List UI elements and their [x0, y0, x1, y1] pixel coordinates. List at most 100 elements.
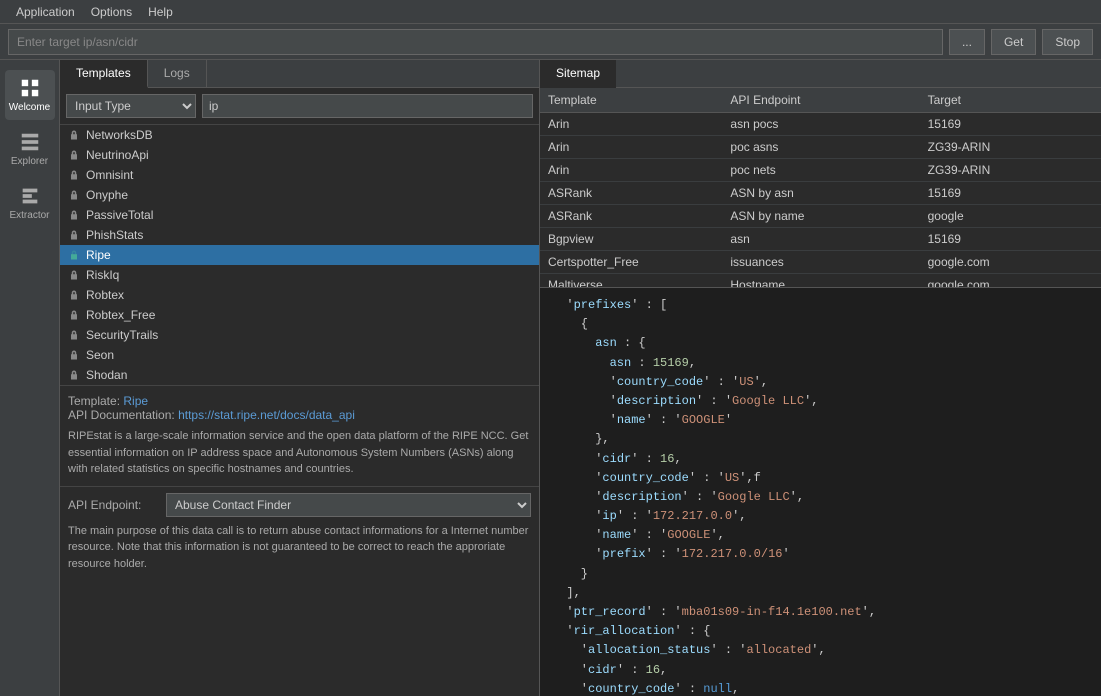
get-button[interactable]: Get	[991, 29, 1036, 55]
table-row[interactable]: MaltiverseHostnamegoogle.com	[540, 274, 1101, 289]
api-endpoint-select[interactable]: Abuse Contact Finder IP Overview Prefix …	[166, 493, 531, 517]
api-endpoint-label: API Endpoint:	[68, 498, 158, 512]
template-name: Robtex	[86, 288, 124, 302]
table-cell-template: Arin	[540, 159, 722, 182]
template-name: Shodan	[86, 368, 127, 382]
list-item[interactable]: Onyphe	[60, 185, 539, 205]
table-cell-template: Maltiverse	[540, 274, 722, 289]
tab-sitemap[interactable]: Sitemap	[540, 60, 616, 88]
table-cell-target: google.com	[920, 274, 1101, 289]
tab-logs[interactable]: Logs	[148, 60, 207, 87]
left-panel: Templates Logs Input Type ip asn domain …	[60, 60, 540, 696]
table-row[interactable]: Arinpoc netsZG39-ARIN	[540, 159, 1101, 182]
sidebar-item-welcome[interactable]: Welcome	[5, 70, 55, 120]
template-name: SecurityTrails	[86, 328, 158, 342]
results-table-wrapper: Template API Endpoint Target Arinasn poc…	[540, 88, 1101, 288]
lock-icon	[68, 329, 80, 341]
list-item[interactable]: PassiveTotal	[60, 205, 539, 225]
sitemap-tabs: Sitemap	[540, 60, 1101, 88]
sidebar-extractor-label: Extractor	[9, 210, 49, 221]
table-cell-template: Arin	[540, 136, 722, 159]
template-name: NetworksDB	[86, 128, 153, 142]
dots-button[interactable]: ...	[949, 29, 985, 55]
stop-button[interactable]: Stop	[1042, 29, 1093, 55]
json-viewer: 'prefixes' : [ { asn : { asn : 15169, 'c…	[540, 288, 1101, 696]
list-item[interactable]: Shodan	[60, 365, 539, 385]
list-item[interactable]: RiskIq	[60, 265, 539, 285]
extractor-icon	[19, 185, 41, 207]
lock-open-icon	[68, 249, 80, 261]
table-cell-target: google.com	[920, 251, 1101, 274]
table-cell-endpoint: Hostname	[722, 274, 919, 289]
template-name: NeutrinoApi	[86, 148, 149, 162]
sidebar-item-extractor[interactable]: Extractor	[5, 178, 55, 228]
info-section: Template: Ripe API Documentation: https:…	[60, 385, 539, 486]
list-item[interactable]: NetworksDB	[60, 125, 539, 145]
tab-templates[interactable]: Templates	[60, 60, 148, 88]
template-name: Ripe	[86, 248, 111, 262]
col-template: Template	[540, 88, 722, 113]
api-endpoint-section: API Endpoint: Abuse Contact Finder IP Ov…	[60, 486, 539, 579]
lock-icon	[68, 269, 80, 281]
lock-icon	[68, 369, 80, 381]
list-item[interactable]: SecurityTrails	[60, 325, 539, 345]
template-name: PhishStats	[86, 228, 143, 242]
table-row[interactable]: Bgpviewasn15169	[540, 228, 1101, 251]
api-doc-link[interactable]: https://stat.ripe.net/docs/data_api	[178, 408, 355, 422]
input-type-select[interactable]: Input Type ip asn domain	[66, 94, 196, 118]
list-item[interactable]: PhishStats	[60, 225, 539, 245]
menu-bar: Application Options Help	[0, 0, 1101, 24]
lock-icon	[68, 229, 80, 241]
list-item-ripe[interactable]: Ripe	[60, 245, 539, 265]
table-cell-target: 15169	[920, 113, 1101, 136]
lock-icon	[68, 349, 80, 361]
toolbar: ... Get Stop	[0, 24, 1101, 60]
filter-input[interactable]	[202, 94, 533, 118]
col-target: Target	[920, 88, 1101, 113]
template-link[interactable]: Ripe	[123, 394, 148, 408]
info-description: RIPEstat is a large-scale information se…	[68, 428, 531, 478]
explorer-icon	[19, 131, 41, 153]
list-item[interactable]: NeutrinoApi	[60, 145, 539, 165]
sidebar-item-explorer[interactable]: Explorer	[5, 124, 55, 174]
table-cell-endpoint: asn	[722, 228, 919, 251]
template-name: RiskIq	[86, 268, 119, 282]
lock-icon	[68, 289, 80, 301]
sidebar-welcome-label: Welcome	[9, 102, 51, 113]
main-layout: Welcome Explorer Extractor Templates Log…	[0, 60, 1101, 696]
table-cell-endpoint: ASN by name	[722, 205, 919, 228]
table-row[interactable]: Arinasn pocs15169	[540, 113, 1101, 136]
template-name: PassiveTotal	[86, 208, 153, 222]
menu-options[interactable]: Options	[83, 3, 140, 21]
list-item[interactable]: Seon	[60, 345, 539, 365]
lock-icon	[68, 309, 80, 321]
table-row[interactable]: ASRankASN by asn15169	[540, 182, 1101, 205]
lock-icon	[68, 149, 80, 161]
api-doc-label: API Documentation:	[68, 408, 175, 422]
right-panel: Sitemap Template API Endpoint Target Ari…	[540, 60, 1101, 696]
table-row[interactable]: Arinpoc asnsZG39-ARIN	[540, 136, 1101, 159]
sidebar-explorer-label: Explorer	[11, 156, 48, 167]
list-item[interactable]: Omnisint	[60, 165, 539, 185]
table-cell-target: ZG39-ARIN	[920, 159, 1101, 182]
table-row[interactable]: ASRankASN by namegoogle	[540, 205, 1101, 228]
menu-application[interactable]: Application	[8, 3, 83, 21]
table-cell-template: ASRank	[540, 205, 722, 228]
lock-icon	[68, 209, 80, 221]
api-endpoint-description: The main purpose of this data call is to…	[68, 523, 531, 573]
list-item[interactable]: Robtex_Free	[60, 305, 539, 325]
table-row[interactable]: Certspotter_Freeissuancesgoogle.com	[540, 251, 1101, 274]
grid-icon	[19, 77, 41, 99]
table-cell-target: ZG39-ARIN	[920, 136, 1101, 159]
filter-row: Input Type ip asn domain	[60, 88, 539, 125]
table-cell-endpoint: issuances	[722, 251, 919, 274]
template-name: Omnisint	[86, 168, 133, 182]
target-input[interactable]	[8, 29, 943, 55]
template-name: Seon	[86, 348, 114, 362]
table-cell-endpoint: asn pocs	[722, 113, 919, 136]
table-cell-template: Arin	[540, 113, 722, 136]
table-cell-template: Certspotter_Free	[540, 251, 722, 274]
table-cell-endpoint: ASN by asn	[722, 182, 919, 205]
menu-help[interactable]: Help	[140, 3, 181, 21]
list-item[interactable]: Robtex	[60, 285, 539, 305]
